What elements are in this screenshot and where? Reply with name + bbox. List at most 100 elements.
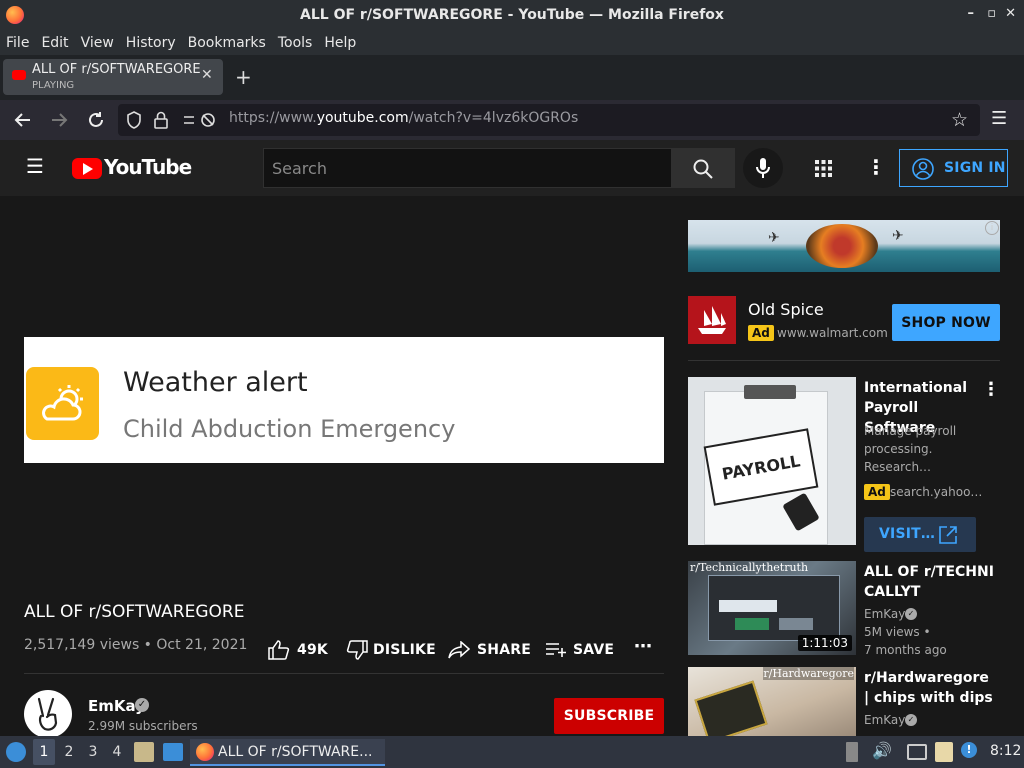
ad-item-description: Manage payroll processing. Research… bbox=[864, 424, 957, 474]
video-thumbnail[interactable]: r/Technicallythetruth 1:11:03 bbox=[688, 561, 856, 655]
subscribe-button[interactable]: SUBSCRIBE bbox=[554, 698, 664, 734]
workspace-3[interactable]: 3 bbox=[86, 739, 100, 765]
video-channel[interactable]: EmKay bbox=[864, 713, 905, 727]
file-manager-icon[interactable] bbox=[134, 742, 154, 762]
youtube-header: ☰ YouTube Search ⋮ SIGN IN bbox=[0, 140, 1024, 196]
ad-brand[interactable]: Old Spice bbox=[748, 300, 824, 319]
menu-edit[interactable]: Edit bbox=[35, 35, 74, 51]
like-button[interactable]: 49K bbox=[268, 638, 328, 662]
browser-tab[interactable]: ALL OF r/SOFTWAREGORE - YouTube PLAYING … bbox=[3, 59, 223, 95]
payroll-ad-thumbnail[interactable]: PAYROLL bbox=[688, 377, 856, 545]
address-bar[interactable]: https://www.youtube.com/watch?v=4lvz6kOG… bbox=[118, 104, 980, 136]
voice-search-button[interactable] bbox=[743, 148, 783, 188]
video-thumbnail[interactable]: r/Hardwaregore bbox=[688, 667, 856, 736]
shield-icon[interactable] bbox=[126, 111, 142, 129]
sign-in-button[interactable]: SIGN IN bbox=[899, 149, 1008, 187]
workspace-1[interactable]: 1 bbox=[33, 739, 55, 765]
menu-file[interactable]: File bbox=[0, 35, 35, 51]
clipboard-icon[interactable] bbox=[935, 742, 953, 762]
channel-avatar[interactable] bbox=[24, 690, 72, 736]
banner-ad-image[interactable]: ✈ ✈ bbox=[688, 220, 1000, 272]
sign-in-label: SIGN IN bbox=[944, 160, 1006, 176]
divider bbox=[24, 673, 664, 674]
url-text[interactable]: https://www.youtube.com/watch?v=4lvz6kOG… bbox=[229, 110, 578, 126]
apps-grid-icon[interactable] bbox=[815, 160, 832, 177]
bird-icon: ✈ bbox=[768, 230, 780, 246]
visit-button[interactable]: VISIT… bbox=[864, 517, 976, 552]
notification-icon[interactable]: ! bbox=[961, 742, 977, 758]
tab-title: ALL OF r/SOFTWAREGORE - YouTube bbox=[32, 62, 200, 77]
reload-icon[interactable] bbox=[87, 111, 105, 129]
youtube-logo-icon[interactable] bbox=[72, 158, 102, 179]
menu-bookmarks[interactable]: Bookmarks bbox=[182, 35, 272, 51]
clip-graphic bbox=[744, 385, 796, 399]
divider bbox=[688, 360, 1000, 361]
workspace-2[interactable]: 2 bbox=[62, 739, 76, 765]
dislike-button[interactable]: DISLIKE bbox=[346, 638, 436, 662]
video-meta: 2,517,149 views • Oct 21, 2021 bbox=[24, 637, 248, 653]
search-icon bbox=[693, 159, 713, 179]
permissions-icon[interactable] bbox=[182, 112, 216, 128]
new-tab-button[interactable]: + bbox=[235, 65, 252, 89]
video-views: 5M views • bbox=[864, 625, 931, 639]
name-field-graphic bbox=[719, 600, 777, 612]
video-title[interactable]: ALL OF r/TECHNICALLYT bbox=[864, 562, 994, 602]
tab-playing-status: PLAYING bbox=[32, 80, 75, 91]
video-player[interactable]: Weather alert Child Abduction Emergency bbox=[0, 196, 672, 586]
shop-now-button[interactable]: SHOP NOW bbox=[892, 304, 1000, 341]
close-tab-icon[interactable]: ✕ bbox=[201, 67, 213, 83]
search-button[interactable] bbox=[671, 148, 735, 188]
youtube-favicon-icon bbox=[12, 70, 26, 80]
ad-item-menu-icon[interactable]: ⋮ bbox=[982, 379, 1000, 400]
battery-icon[interactable] bbox=[846, 742, 858, 762]
volume-icon[interactable]: 🔊 bbox=[872, 741, 892, 760]
lock-icon[interactable] bbox=[154, 111, 168, 129]
youtube-logo-text[interactable]: YouTube bbox=[104, 155, 192, 179]
ad-item-badge: Ad bbox=[864, 484, 890, 500]
watch-page: Weather alert Child Abduction Emergency … bbox=[0, 196, 1024, 736]
share-icon bbox=[448, 641, 470, 659]
settings-more-icon[interactable]: ⋮ bbox=[866, 155, 886, 179]
ad-url: www.walmart.com bbox=[777, 326, 888, 340]
menu-tools[interactable]: Tools bbox=[272, 35, 319, 51]
start-menu-icon[interactable] bbox=[6, 742, 26, 762]
more-actions-icon[interactable]: ⋯ bbox=[634, 636, 652, 657]
close-window-button[interactable]: ✕ bbox=[1005, 6, 1016, 21]
url-prefix: https://www. bbox=[229, 110, 317, 126]
video-title[interactable]: r/Hardwaregore | chips with dips bbox=[864, 668, 994, 708]
old-spice-logo[interactable] bbox=[688, 296, 736, 344]
video-title: ALL OF r/SOFTWAREGORE bbox=[24, 602, 245, 622]
menu-view[interactable]: View bbox=[75, 35, 120, 51]
desktop-icon[interactable] bbox=[163, 743, 183, 761]
taskbar-window-firefox[interactable]: ALL OF r/SOFTWARE... bbox=[190, 739, 385, 766]
thumbs-down-icon bbox=[346, 640, 368, 660]
external-link-icon bbox=[939, 526, 957, 544]
ship-explosion-graphic bbox=[806, 224, 878, 268]
app-menu-icon[interactable]: ☰ bbox=[991, 108, 1007, 129]
video-channel[interactable]: EmKay bbox=[864, 607, 905, 621]
share-button[interactable]: SHARE bbox=[448, 638, 531, 662]
weather-alert-banner: Weather alert Child Abduction Emergency bbox=[24, 337, 664, 463]
alert-title: Weather alert bbox=[123, 367, 308, 398]
menu-bar: File Edit View History Bookmarks Tools H… bbox=[0, 30, 1024, 55]
workspace-4[interactable]: 4 bbox=[110, 739, 124, 765]
save-button[interactable]: SAVE bbox=[545, 638, 614, 662]
save-label: SAVE bbox=[573, 642, 615, 658]
play-triangle-icon bbox=[83, 163, 93, 175]
menu-history[interactable]: History bbox=[120, 35, 182, 51]
firefox-icon bbox=[196, 743, 214, 761]
game-dialog-graphic bbox=[708, 575, 840, 641]
forward-icon[interactable] bbox=[50, 111, 68, 129]
display-icon[interactable] bbox=[907, 744, 927, 760]
cancel-button-graphic bbox=[779, 618, 813, 630]
navigation-bar: https://www.youtube.com/watch?v=4lvz6kOG… bbox=[0, 100, 1024, 140]
menu-help[interactable]: Help bbox=[318, 35, 362, 51]
minimize-button[interactable]: – bbox=[968, 6, 975, 21]
maximize-button[interactable]: ▫ bbox=[987, 6, 996, 21]
back-icon[interactable] bbox=[14, 111, 32, 129]
guide-menu-icon[interactable]: ☰ bbox=[26, 154, 44, 178]
search-input[interactable]: Search bbox=[263, 148, 672, 188]
ad-info-icon[interactable]: i bbox=[985, 221, 999, 235]
account-icon bbox=[912, 158, 934, 180]
bookmark-star-icon[interactable]: ☆ bbox=[951, 109, 968, 131]
